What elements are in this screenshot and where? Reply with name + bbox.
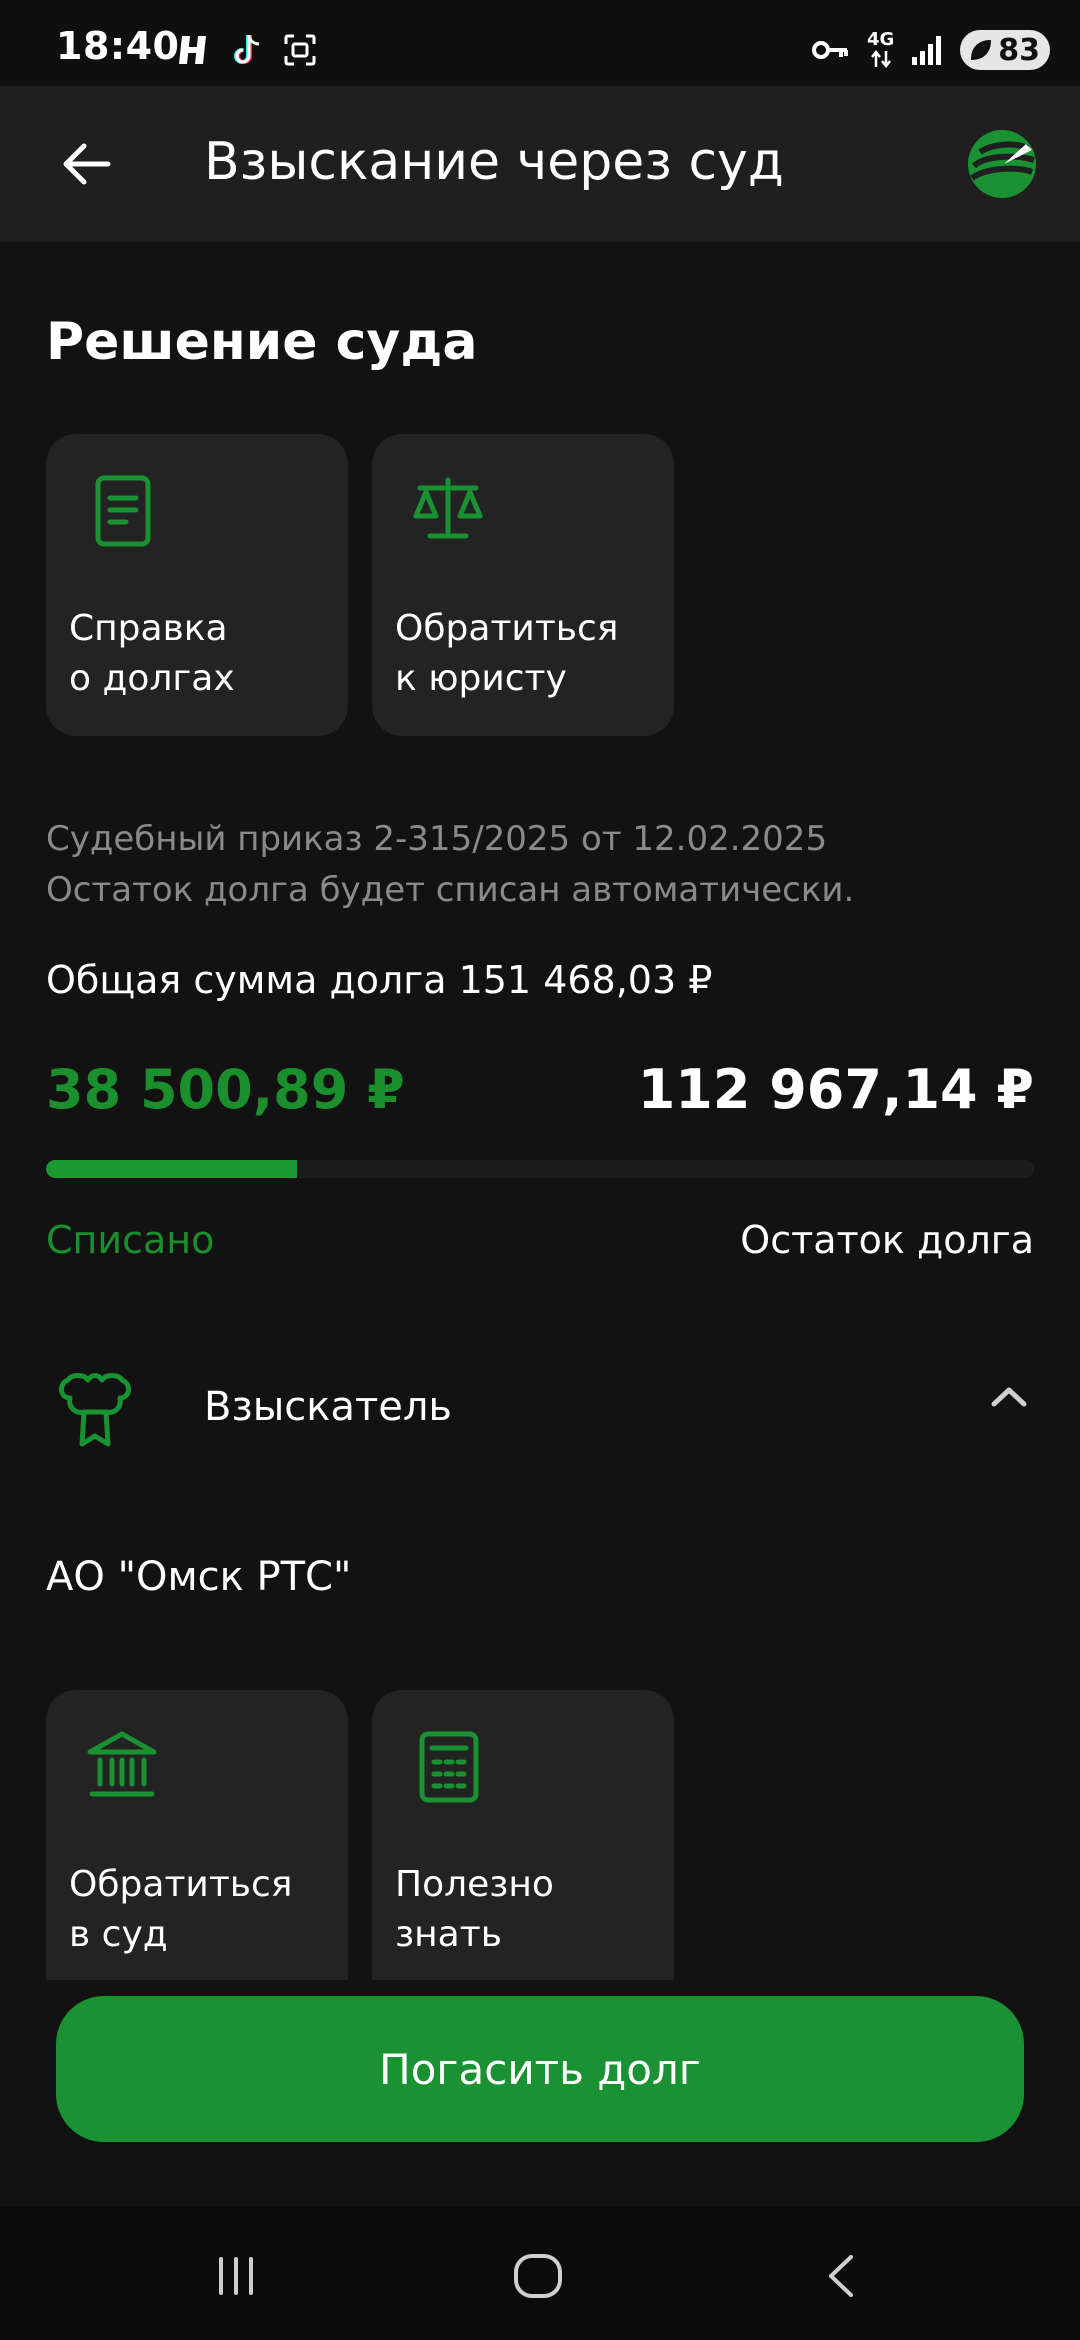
paid-label: Списано [46, 1218, 215, 1262]
system-back-button[interactable] [802, 2236, 882, 2316]
creditor-name: АО "Омск РТС" [46, 1554, 352, 1600]
chevron-left-icon [829, 2255, 853, 2297]
battery-saver-leaf-icon [971, 39, 992, 61]
tile-label: Справка о долгах [69, 608, 235, 699]
debt-progress-fill [46, 1160, 297, 1178]
battery-level: 83 [998, 32, 1040, 68]
data-arrows-icon [870, 49, 891, 69]
tile-label: Полезно знать [395, 1864, 554, 1955]
arrow-left-icon [63, 143, 111, 185]
tile-label: Обратиться к юристу [395, 608, 619, 699]
remaining-label: Остаток долга [740, 1218, 1034, 1262]
auto-writeoff-note: Остаток долга будет списан автоматически… [46, 870, 855, 910]
scales-icon [413, 477, 483, 539]
notification-icons [176, 30, 318, 70]
vpn-key-icon [811, 41, 848, 59]
system-navigation-bar [0, 2206, 1080, 2340]
debt-certificate-tile[interactable]: Справка о долгах [46, 434, 348, 736]
screenshot-icon [284, 34, 316, 66]
page-title: Взыскание через суд [204, 132, 784, 192]
signal-icon [912, 36, 942, 65]
battery-indicator: 83 [960, 30, 1050, 70]
network-type-label: 4G [866, 29, 895, 50]
back-button[interactable] [48, 126, 124, 202]
app-h-icon [179, 36, 206, 64]
tiktok-icon [234, 35, 260, 64]
go-to-court-tile[interactable]: Обратиться в суд [46, 1690, 348, 1980]
court-order-info: Судебный приказ 2-315/2025 от 12.02.2025… [46, 814, 854, 916]
recent-apps-icon [219, 2257, 253, 2295]
debt-progress-bar [46, 1160, 1034, 1178]
system-icons: 4G 83 [811, 28, 1050, 72]
court-building-icon [87, 1731, 157, 1797]
paid-amount: 38 500,89 ₽ [46, 1058, 405, 1121]
tile-label: Обратиться в суд [69, 1864, 293, 1955]
useful-info-tile[interactable]: Полезно знать [372, 1690, 674, 1980]
collector-label: Взыскатель [204, 1384, 453, 1430]
bank-logo-icon [968, 130, 1036, 198]
collector-accordion[interactable]: Взыскатель [0, 1354, 1080, 1464]
total-debt: Общая сумма долга 151 468,03 ₽ [46, 958, 713, 1002]
chevron-up-icon [991, 1387, 1027, 1407]
network-indicator: 4G [867, 31, 894, 69]
collector-emblem-icon [59, 1373, 131, 1447]
status-bar: 18:40 4G 83 [0, 0, 1080, 86]
court-order-number: Судебный приказ 2-315/2025 от 12.02.2025 [46, 819, 828, 859]
status-time: 18:40 [56, 24, 180, 68]
contact-lawyer-tile[interactable]: Обратиться к юристу [372, 434, 674, 736]
recent-apps-button[interactable] [196, 2236, 276, 2316]
home-button[interactable] [498, 2236, 578, 2316]
app-bar: Взыскание через суд [0, 86, 1080, 242]
pay-debt-button[interactable]: Погасить долг [56, 1996, 1024, 2142]
calculator-icon [419, 1731, 479, 1803]
document-icon [95, 475, 151, 547]
section-title: Решение суда [46, 312, 478, 372]
remaining-amount: 112 967,14 ₽ [637, 1058, 1034, 1121]
home-icon [514, 2254, 562, 2298]
